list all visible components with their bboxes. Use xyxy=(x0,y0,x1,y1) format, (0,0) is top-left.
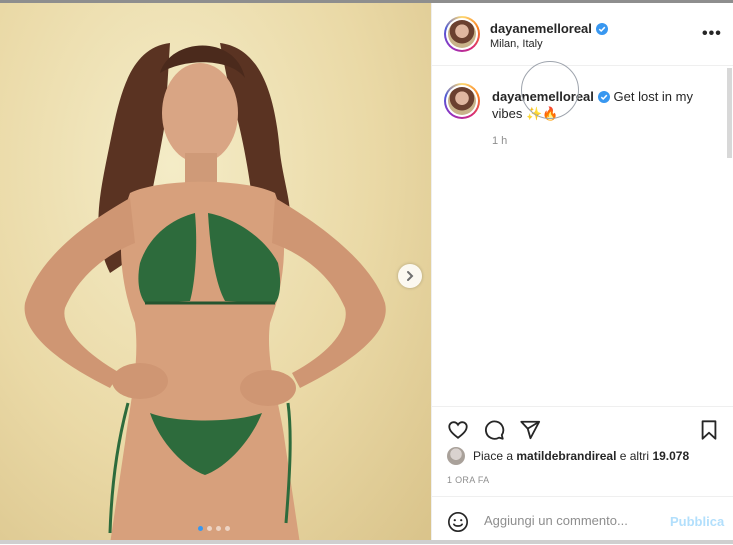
carousel-next-button[interactable] xyxy=(398,264,422,288)
comment-icon[interactable] xyxy=(483,419,505,441)
verified-badge-icon xyxy=(595,23,608,35)
cursor-highlight xyxy=(521,61,579,119)
comment-input[interactable] xyxy=(482,512,656,529)
comment-bar: Pubblica xyxy=(432,496,733,545)
post-date[interactable]: 1 ORA FA xyxy=(447,475,489,485)
verified-badge-icon xyxy=(597,91,610,103)
more-options-icon[interactable]: ••• xyxy=(702,25,722,43)
bottom-border xyxy=(0,540,733,544)
carousel-dot xyxy=(216,526,221,531)
likes-count[interactable]: 19.078 xyxy=(652,449,689,463)
paper-plane-icon[interactable] xyxy=(519,419,541,441)
carousel-dot xyxy=(207,526,212,531)
photo-illustration xyxy=(24,43,386,544)
chevron-right-icon xyxy=(407,271,414,281)
caption-time[interactable]: 1 h xyxy=(492,135,507,147)
likes-middle: e altri xyxy=(619,449,650,463)
liker-avatar[interactable] xyxy=(447,447,465,465)
smiley-icon[interactable] xyxy=(447,511,469,533)
author-avatar[interactable] xyxy=(444,16,480,52)
post-photo[interactable] xyxy=(0,3,431,544)
carousel-dot xyxy=(225,526,230,531)
bookmark-icon[interactable] xyxy=(698,419,720,441)
likes-prefix: Piace a xyxy=(473,449,514,463)
caption-avatar[interactable] xyxy=(444,83,480,119)
heart-icon[interactable] xyxy=(447,419,469,441)
publish-button[interactable]: Pubblica xyxy=(670,514,724,529)
liker-username[interactable]: matildebrandireal xyxy=(516,449,616,463)
comments-scrollbar[interactable] xyxy=(727,68,732,158)
post-actions: Piace a matildebrandireal e altri 19.078… xyxy=(432,406,733,544)
post-header: dayanemelloreal Milan, Italy ••• xyxy=(432,3,733,66)
likes-summary: Piace a matildebrandireal e altri 19.078 xyxy=(447,447,689,465)
carousel-indicator xyxy=(198,526,230,531)
author-username[interactable]: dayanemelloreal xyxy=(490,21,592,36)
carousel-dot xyxy=(198,526,203,531)
post-sidebar: dayanemelloreal Milan, Italy ••• dayanem… xyxy=(431,3,733,544)
post-location[interactable]: Milan, Italy xyxy=(490,38,543,50)
